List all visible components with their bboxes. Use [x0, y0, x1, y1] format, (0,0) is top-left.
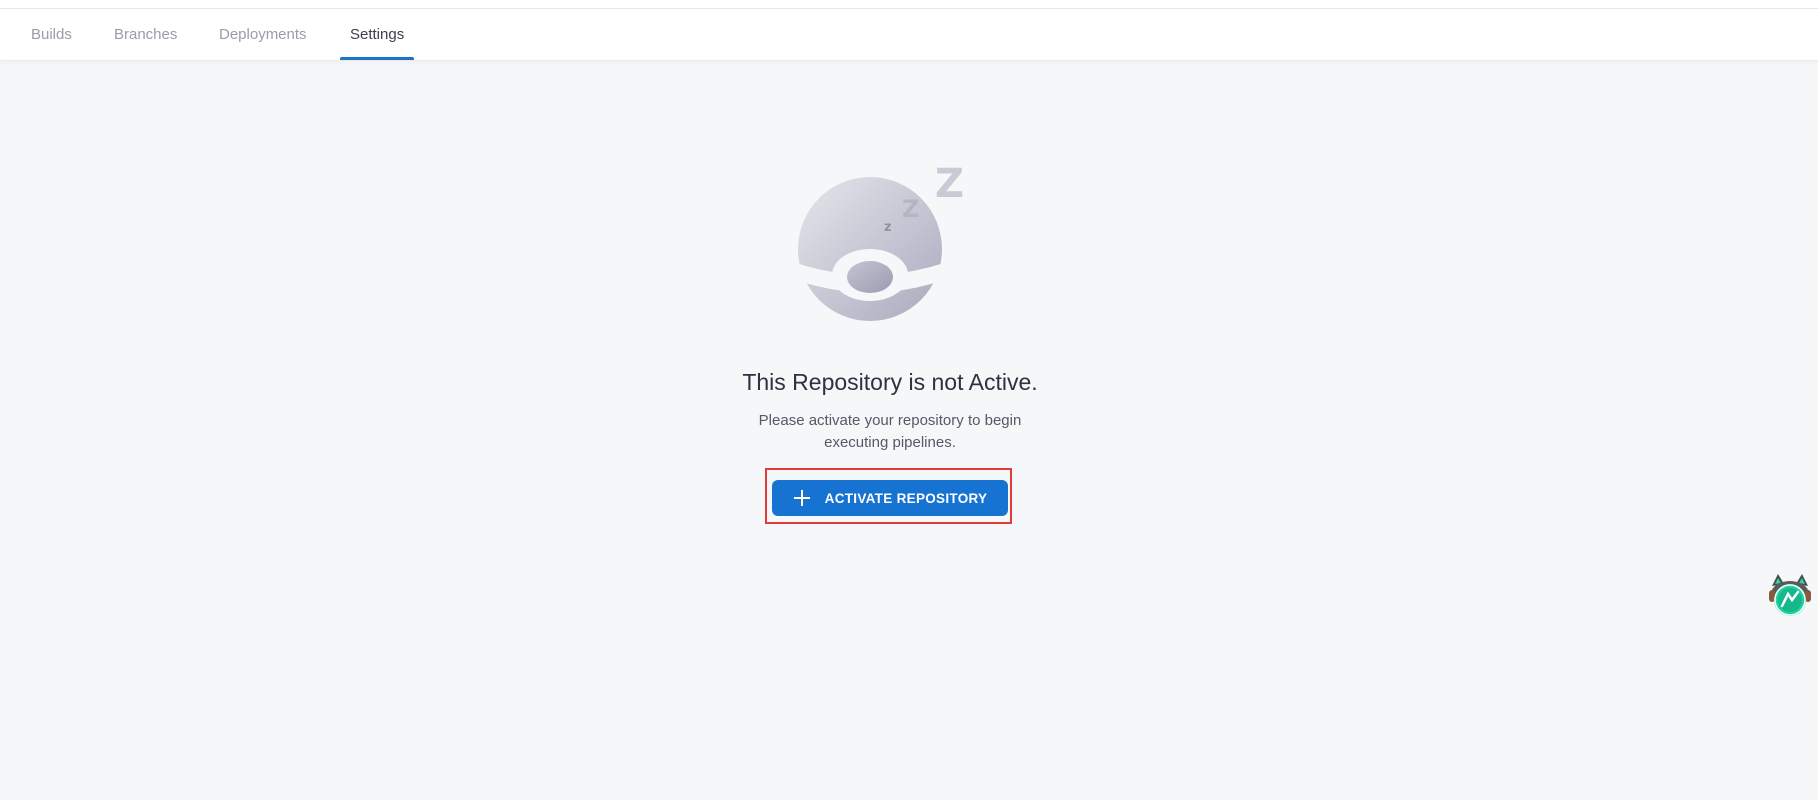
tab-branches[interactable]: Branches	[114, 9, 177, 60]
empty-state-title: This Repository is not Active.	[742, 369, 1038, 395]
assistant-cat-icon[interactable]	[1766, 572, 1814, 620]
activate-repository-label: ACTIVATE REPOSITORY	[824, 490, 988, 506]
page: Builds Branches Deployments Settings z Z	[0, 0, 1818, 800]
plus-icon	[793, 489, 811, 507]
sleeping-ball-icon: z Z Z	[790, 155, 990, 325]
tab-deployments[interactable]: Deployments	[219, 9, 307, 60]
tab-builds[interactable]: Builds	[31, 9, 72, 60]
empty-state-description: Please activate your repository to begin…	[758, 412, 1022, 451]
tab-settings[interactable]: Settings	[339, 9, 415, 60]
activate-repository-button[interactable]: ACTIVATE REPOSITORY	[772, 480, 1008, 516]
tab-bar: Builds Branches Deployments Settings	[0, 9, 1818, 61]
svg-text:z: z	[884, 220, 892, 235]
svg-text:Z: Z	[902, 195, 919, 223]
top-header-strip	[0, 0, 1818, 9]
svg-text:Z: Z	[935, 161, 964, 207]
